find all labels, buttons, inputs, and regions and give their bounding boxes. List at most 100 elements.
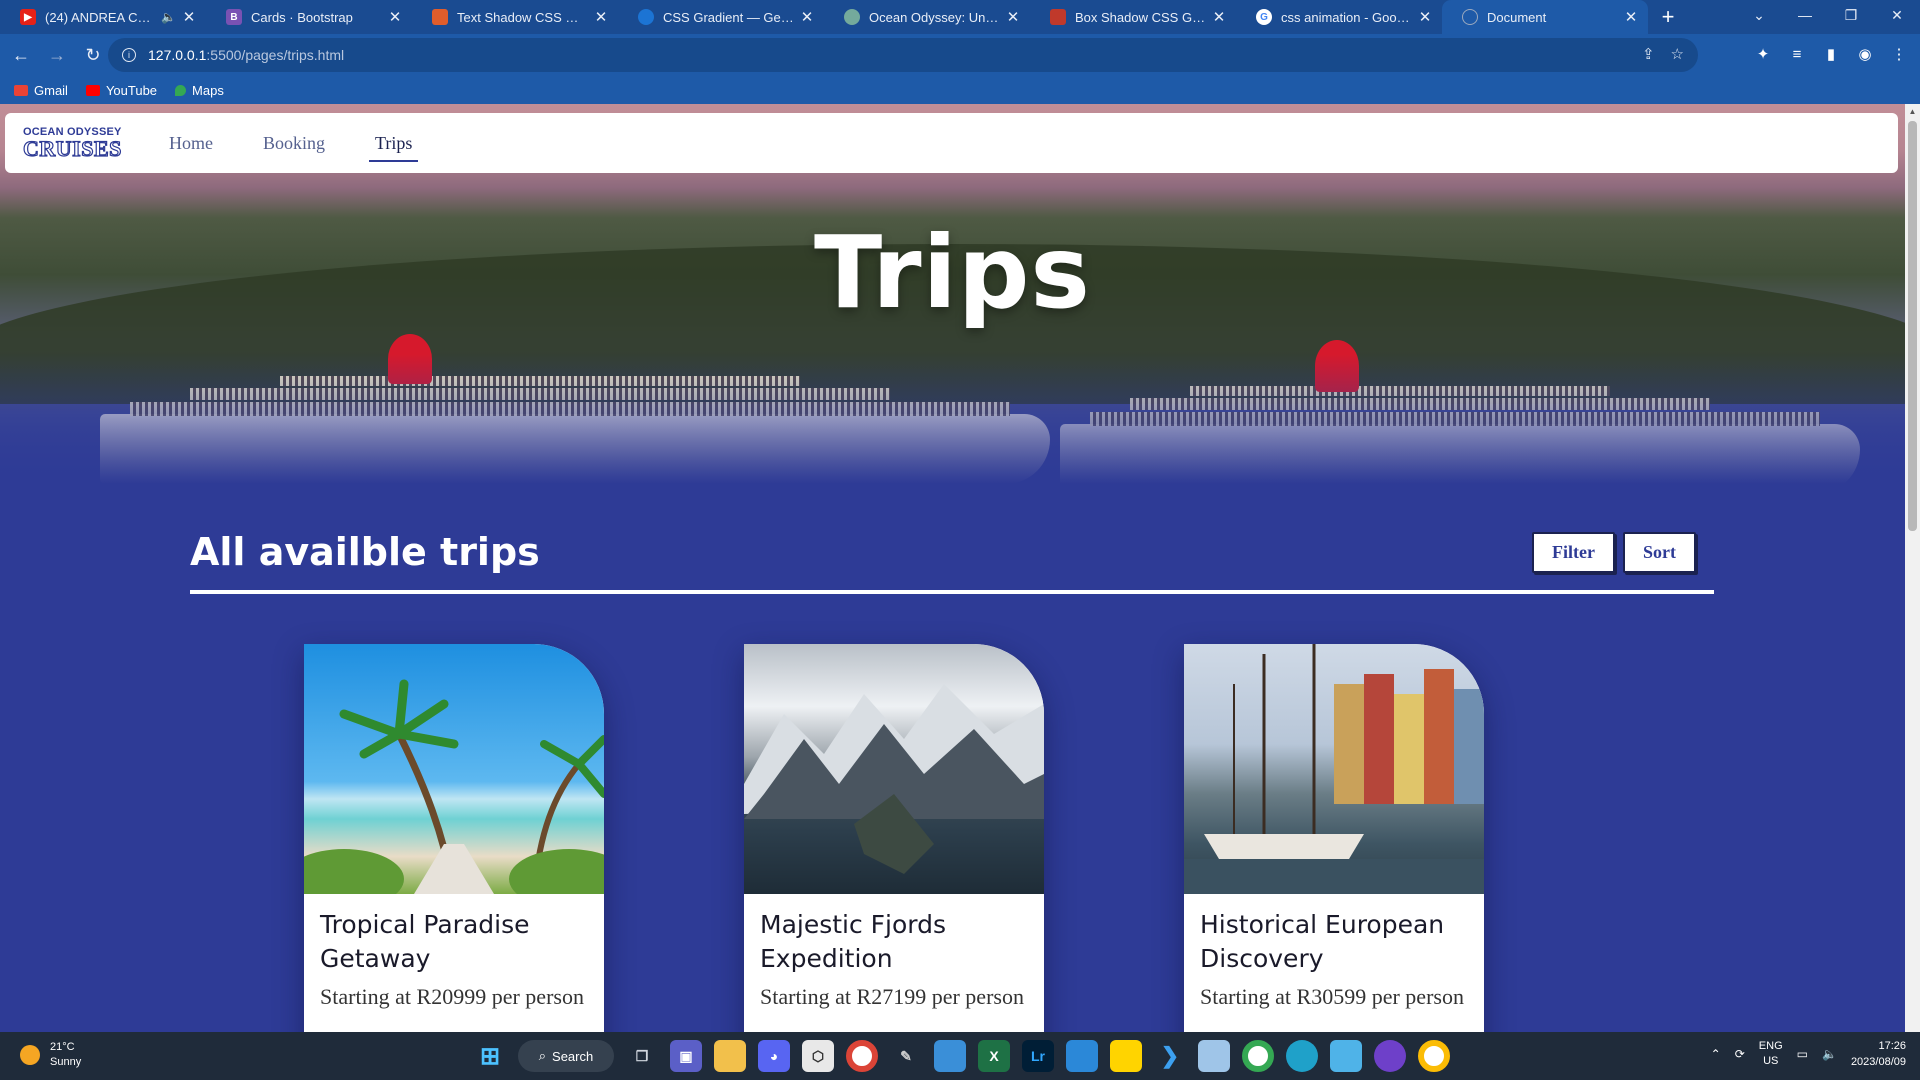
file-explorer-icon[interactable] (714, 1040, 746, 1072)
task-view-icon[interactable]: ❐ (626, 1040, 658, 1072)
browser-tab[interactable]: CSS Gradient — Generator ✕ (618, 0, 824, 34)
bookmark-label: YouTube (105, 82, 158, 98)
reading-list-icon[interactable]: ≡ (1786, 40, 1808, 68)
chrome-icon[interactable] (846, 1040, 878, 1072)
new-tab-icon[interactable]: + (1648, 0, 1688, 34)
sun-icon (20, 1045, 40, 1065)
google-favicon-icon: G (1256, 9, 1272, 25)
close-tab-icon[interactable]: ✕ (798, 8, 816, 26)
browser-tab[interactable]: B Cards · Bootstrap ✕ (206, 0, 412, 34)
search-label: Search (552, 1048, 594, 1064)
site-info-icon[interactable]: i (122, 48, 136, 62)
close-tab-icon[interactable]: ✕ (386, 8, 404, 26)
chatgpt-favicon-icon (844, 9, 860, 25)
windows-start-icon[interactable]: ⊞ (474, 1040, 506, 1072)
menu-kebab-icon[interactable]: ⋮ (1888, 40, 1910, 68)
vscode-icon[interactable]: ❯ (1154, 1040, 1186, 1072)
close-tab-icon[interactable]: ✕ (1622, 8, 1640, 26)
share-icon[interactable]: ⇪ (1642, 45, 1655, 63)
browser-tab[interactable]: G css animation - Google Search ✕ (1236, 0, 1442, 34)
trip-card[interactable]: Historical European Discovery Starting a… (1184, 644, 1484, 1032)
weather-widget[interactable]: 21°C Sunny (20, 1040, 81, 1070)
browser-tab[interactable]: ▶ (24) ANDREA CHÉNIER 🔈 ✕ (0, 0, 206, 34)
tab-title: css animation - Google Search (1281, 9, 1412, 25)
trip-image-fjords (744, 644, 1044, 894)
trip-price: Starting at R30599 per person (1200, 984, 1464, 1009)
address-bar[interactable]: i 127.0.0.1:5500/pages/trips.html ⇪ ☆ (108, 38, 1698, 72)
chat-icon[interactable]: ▣ (670, 1040, 702, 1072)
forward-icon[interactable]: → (42, 40, 72, 70)
language-indicator[interactable]: ENG US (1759, 1039, 1783, 1069)
weather-temp: 21°C (50, 1041, 75, 1053)
sync-icon[interactable]: ⟳ (1735, 1047, 1745, 1061)
app-icon[interactable]: ⬡ (802, 1040, 834, 1072)
nav-link-home[interactable]: Home (163, 125, 219, 162)
close-tab-icon[interactable]: ✕ (1004, 8, 1022, 26)
network-icon[interactable]: ▭ (1797, 1047, 1808, 1061)
tool-icon[interactable]: ✎ (890, 1040, 922, 1072)
excel-icon[interactable]: X (978, 1040, 1010, 1072)
close-tab-icon[interactable]: ✕ (592, 8, 610, 26)
scrollbar-thumb[interactable] (1908, 121, 1917, 531)
trip-card[interactable]: Majestic Fjords Expedition Starting at R… (744, 644, 1044, 1032)
image-app-icon[interactable] (1198, 1040, 1230, 1072)
taskbar-clock[interactable]: 17:26 2023/08/09 (1851, 1038, 1906, 1070)
chrome-profile-icon[interactable] (1242, 1040, 1274, 1072)
discord-icon[interactable]: ◕ (758, 1040, 790, 1072)
nav-link-booking[interactable]: Booking (257, 125, 331, 162)
bookmark-youtube[interactable]: YouTube (85, 82, 158, 98)
trip-title: Historical European Discovery (1200, 910, 1445, 973)
tab-title: Box Shadow CSS Generator (1075, 9, 1206, 25)
generator-favicon-icon (1050, 9, 1066, 25)
close-window-icon[interactable]: ✕ (1874, 0, 1920, 30)
minimize-icon[interactable]: — (1782, 0, 1828, 30)
tab-title: CSS Gradient — Generator (663, 9, 794, 25)
browser-tab[interactable]: Text Shadow CSS Generator ✕ (412, 0, 618, 34)
chevron-up-icon[interactable]: ⌃ (1711, 1047, 1721, 1061)
bootstrap-favicon-icon: B (226, 9, 242, 25)
bookmark-maps[interactable]: Maps (175, 83, 224, 98)
site-logo[interactable]: OCEAN ODYSSEY CRUISES (22, 126, 125, 160)
taskbar-search[interactable]: ⌕ Search (518, 1040, 614, 1072)
page-viewport: Trips OCEAN ODYSSEY CRUISES Home Booking… (0, 104, 1905, 1032)
scroll-up-icon[interactable]: ▲ (1905, 104, 1920, 119)
bookmark-star-icon[interactable]: ☆ (1671, 45, 1684, 63)
tab-title: (24) ANDREA CHÉNIER (45, 9, 157, 25)
edge-icon[interactable] (1286, 1040, 1318, 1072)
trip-title: Tropical Paradise Getaway (320, 910, 530, 973)
chrome-alt-icon[interactable] (1418, 1040, 1450, 1072)
close-tab-icon[interactable]: ✕ (180, 8, 198, 26)
nav-link-trips[interactable]: Trips (369, 125, 419, 162)
filter-button[interactable]: Filter (1532, 532, 1615, 573)
browser-toolbar: ← → ↻ i 127.0.0.1:5500/pages/trips.html … (0, 34, 1920, 76)
profile-avatar-icon[interactable]: ◉ (1854, 40, 1876, 68)
back-icon[interactable]: ← (6, 40, 36, 70)
browser-tab[interactable]: Ocean Odyssey: Unforgettable ✕ (824, 0, 1030, 34)
trip-card[interactable]: Tropical Paradise Getaway Starting at R2… (304, 644, 604, 1032)
browser-tab[interactable]: Box Shadow CSS Generator ✕ (1030, 0, 1236, 34)
notepad-icon[interactable] (1330, 1040, 1362, 1072)
page-scrollbar[interactable]: ▲ (1905, 104, 1920, 1032)
github-icon[interactable] (1374, 1040, 1406, 1072)
system-tray: ⌃ ⟳ ENG US ▭ 🔈 17:26 2023/08/09 (1711, 1038, 1906, 1070)
sticky-notes-icon[interactable] (1110, 1040, 1142, 1072)
restore-icon[interactable]: ❐ (1828, 0, 1874, 30)
extensions-icon[interactable]: ✦ (1752, 40, 1774, 68)
browser-tab-active[interactable]: Document ✕ (1442, 0, 1648, 34)
store-icon[interactable] (934, 1040, 966, 1072)
gradient-favicon-icon (638, 9, 654, 25)
browser-tab-bar: ▶ (24) ANDREA CHÉNIER 🔈 ✕ B Cards · Boot… (0, 0, 1920, 34)
photos-icon[interactable] (1066, 1040, 1098, 1072)
site-navbar: OCEAN ODYSSEY CRUISES Home Booking Trips (5, 113, 1898, 173)
close-tab-icon[interactable]: ✕ (1210, 8, 1228, 26)
close-tab-icon[interactable]: ✕ (1416, 8, 1434, 26)
bookmark-gmail[interactable]: Gmail (14, 83, 68, 98)
gmail-icon (14, 84, 28, 96)
lightroom-icon[interactable]: Lr (1022, 1040, 1054, 1072)
speaker-icon[interactable]: 🔈 (161, 10, 176, 24)
volume-icon[interactable]: 🔈 (1822, 1047, 1837, 1061)
tab-search-icon[interactable]: ⌄ (1736, 0, 1782, 30)
side-panel-icon[interactable]: ▮ (1820, 40, 1842, 68)
reload-icon[interactable]: ↻ (78, 40, 108, 70)
sort-button[interactable]: Sort (1623, 532, 1696, 573)
